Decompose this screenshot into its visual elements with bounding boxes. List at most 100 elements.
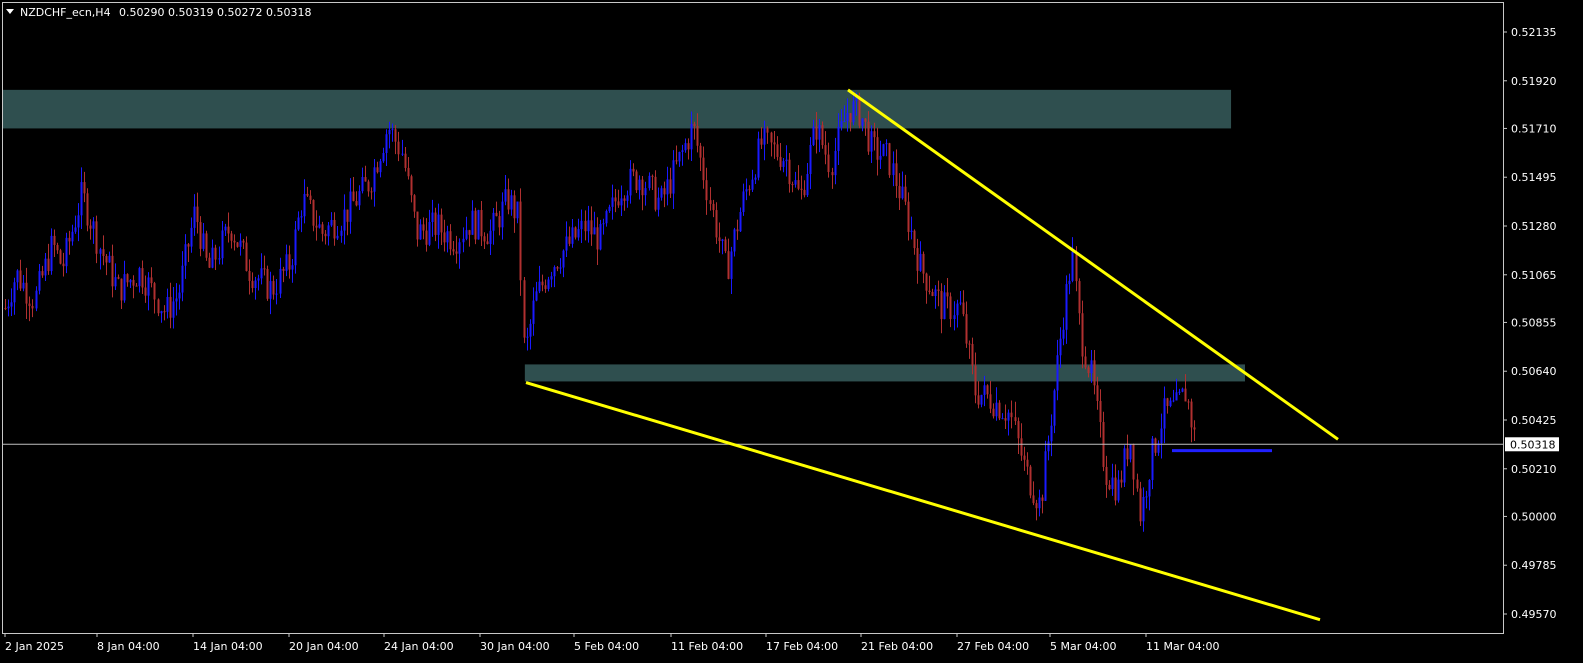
candle-body bbox=[205, 233, 208, 258]
candle-body bbox=[538, 281, 541, 292]
candle-body bbox=[160, 311, 163, 314]
candle-body bbox=[59, 250, 62, 264]
candle-body bbox=[340, 230, 343, 236]
candle-body bbox=[1169, 400, 1172, 407]
candle-body bbox=[68, 237, 71, 242]
candle-body bbox=[346, 209, 349, 222]
candle-body bbox=[751, 179, 754, 190]
candle-body bbox=[812, 126, 815, 145]
candle-body bbox=[757, 138, 760, 178]
ohlc-quote: 0.50290 0.50319 0.50272 0.50318 bbox=[119, 6, 311, 19]
candle-body bbox=[1007, 412, 1010, 421]
candle-body bbox=[736, 229, 739, 232]
candle-body bbox=[1187, 401, 1190, 403]
candle-body bbox=[245, 242, 248, 271]
candle-body bbox=[1029, 466, 1032, 496]
time-tick-label: 8 Jan 04:00 bbox=[97, 640, 160, 653]
candle-body bbox=[279, 268, 282, 294]
candle-body bbox=[483, 236, 486, 242]
candle-body bbox=[275, 293, 278, 295]
candle-body bbox=[705, 180, 708, 201]
candle-body bbox=[693, 123, 696, 126]
candle-body bbox=[1032, 495, 1035, 504]
supply-demand-zone-2[interactable] bbox=[524, 364, 1245, 382]
candle-body bbox=[501, 201, 504, 228]
candle-body bbox=[1120, 479, 1123, 483]
candle-body bbox=[251, 280, 254, 289]
candle-body bbox=[422, 224, 425, 231]
candle-body bbox=[135, 285, 138, 287]
candle-body bbox=[221, 230, 224, 259]
candle-body bbox=[849, 113, 852, 123]
candle-body bbox=[153, 283, 156, 300]
candle-body bbox=[532, 300, 535, 324]
price-tick-label: 0.51280 bbox=[1511, 220, 1557, 233]
candle-body bbox=[724, 239, 727, 252]
candle-body bbox=[282, 268, 285, 271]
candle-body bbox=[462, 238, 465, 243]
candle-body bbox=[333, 219, 336, 239]
candle-body bbox=[864, 118, 867, 122]
candle-body bbox=[489, 230, 492, 244]
candle-body bbox=[513, 195, 516, 219]
candle-body bbox=[35, 290, 38, 309]
price-tick-label: 0.50855 bbox=[1511, 316, 1557, 329]
candle-body bbox=[516, 201, 519, 219]
candle-body bbox=[699, 145, 702, 158]
candle-body bbox=[712, 203, 715, 211]
candle-body bbox=[86, 193, 89, 226]
candle-body bbox=[343, 209, 346, 231]
candle-body bbox=[1068, 280, 1071, 285]
price-tick-label: 0.51065 bbox=[1511, 269, 1557, 282]
candle-body bbox=[803, 189, 806, 196]
candle-body bbox=[236, 242, 239, 247]
candle-body bbox=[696, 125, 699, 146]
candle-body bbox=[376, 167, 379, 173]
candle-body bbox=[1111, 477, 1114, 490]
price-chart[interactable]: 0.52135 0.51920 0.51710 0.51495 0.51280 0.510… bbox=[0, 0, 1583, 663]
candle-body bbox=[608, 206, 611, 212]
candle-body bbox=[309, 195, 312, 201]
candle-body bbox=[321, 224, 324, 234]
price-tick-label: 0.49570 bbox=[1511, 608, 1557, 621]
candle-body bbox=[22, 282, 25, 289]
candle-body bbox=[852, 101, 855, 123]
time-tick-label: 5 Mar 04:00 bbox=[1050, 640, 1116, 653]
candle-body bbox=[327, 225, 330, 237]
candle-body bbox=[306, 193, 309, 196]
candle-body bbox=[477, 210, 480, 240]
candle-body bbox=[526, 336, 529, 338]
candle-body bbox=[28, 303, 31, 306]
candle-body bbox=[541, 281, 544, 286]
time-tick-label: 2 Jan 2025 bbox=[5, 640, 64, 653]
candle-body bbox=[1123, 448, 1126, 483]
candle-body bbox=[312, 200, 315, 226]
candle-body bbox=[596, 227, 599, 250]
candle-body bbox=[297, 217, 300, 230]
candle-body bbox=[910, 230, 913, 232]
price-tick-label: 0.52135 bbox=[1511, 26, 1557, 39]
price-tick-label: 0.50000 bbox=[1511, 510, 1557, 523]
candle-body bbox=[31, 305, 34, 309]
candle-body bbox=[187, 244, 190, 247]
time-tick-label: 24 Jan 04:00 bbox=[384, 640, 454, 653]
supply-demand-zone-1[interactable] bbox=[3, 89, 1232, 129]
candle-body bbox=[211, 247, 214, 268]
candle-body bbox=[809, 144, 812, 175]
candle-body bbox=[1017, 421, 1020, 439]
candle-body bbox=[916, 248, 919, 271]
candle-body bbox=[336, 235, 339, 239]
candle-body bbox=[837, 126, 840, 151]
candle-body bbox=[114, 277, 117, 287]
candle-body bbox=[1163, 398, 1166, 429]
candle-body bbox=[242, 240, 245, 243]
candle-body bbox=[568, 236, 571, 244]
candle-body bbox=[80, 182, 83, 216]
candle-body bbox=[1139, 488, 1142, 522]
candle-body bbox=[428, 222, 431, 245]
candle-body bbox=[373, 167, 376, 192]
candle-body bbox=[452, 249, 455, 252]
candle-body bbox=[358, 191, 361, 206]
candle-body bbox=[587, 220, 590, 232]
candle-body bbox=[1178, 391, 1181, 393]
